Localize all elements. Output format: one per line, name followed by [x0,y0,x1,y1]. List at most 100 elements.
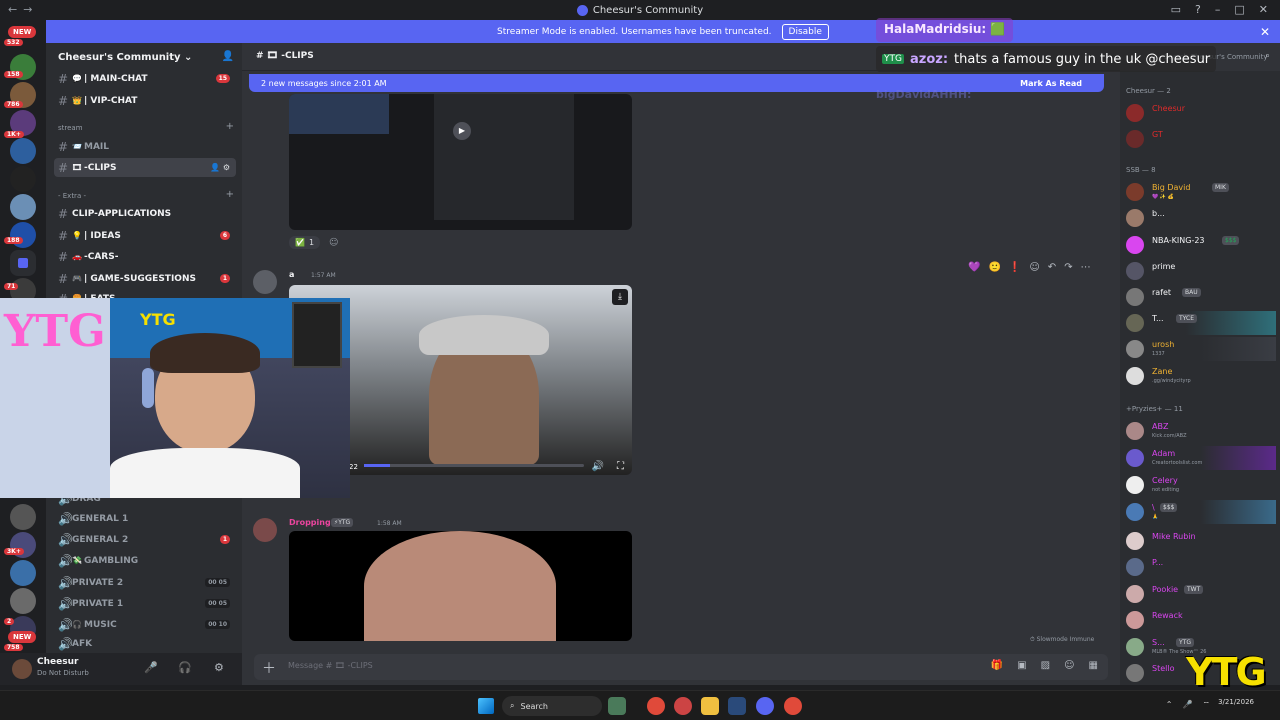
channel-vip-chat[interactable]: # 👑 | VIP-CHAT [54,91,236,110]
add-member-icon[interactable]: 👤 [222,51,234,62]
nav-arrows-icon[interactable]: ←→ [8,3,38,16]
maximize-button[interactable]: □ [1234,3,1244,16]
server-icon[interactable] [10,588,36,614]
gif-icon[interactable]: ▣ [1017,660,1026,671]
server-icon[interactable] [10,560,36,586]
category-stream[interactable]: stream [58,124,83,132]
chrome-icon[interactable] [647,697,665,715]
mic-icon[interactable]: 🎤 [1183,700,1193,710]
close-window-button[interactable]: ✕ [1259,3,1268,16]
server-name[interactable]: Cheesur's Community ⌄ [58,52,192,63]
add-reaction-icon[interactable]: ☺ [329,238,338,248]
channel-ideas[interactable]: # 💡 | IDEAS 6 [54,226,236,245]
play-icon[interactable]: ▶ [453,122,471,140]
message-composer[interactable]: ＋ Message # 🎞 -CLIPS 🎁 ▣ ▨ ☺ ▦ [254,654,1108,680]
chrome-icon[interactable] [784,697,802,715]
voice-channel-general-2[interactable]: 🔊 GENERAL 2 1 [54,530,236,549]
category-extra[interactable]: - Extra - [58,192,86,200]
member-item[interactable]: \ $$$ 🙏 [1126,500,1276,524]
sticker-icon[interactable]: ▨ [1041,660,1050,671]
minimize-button[interactable]: – [1215,3,1221,16]
add-reaction-icon[interactable]: ☺ [1029,262,1039,273]
video-progress-track[interactable] [364,464,584,467]
member-item[interactable]: Rewack [1126,608,1276,632]
voice-channel-afk[interactable]: 🔊 AFK [54,637,236,651]
apps-icon[interactable]: ▦ [1089,660,1098,671]
avatar[interactable] [253,270,277,294]
forward-icon[interactable]: ↷ [1064,262,1072,273]
gear-icon[interactable]: ⚙ [214,661,224,674]
member-item[interactable]: NBA-KING-23 $$$ [1126,233,1276,257]
reaction-chip[interactable]: ✅ 1 [289,236,321,249]
member-item[interactable]: Mike Rubin [1126,529,1276,553]
more-icon[interactable]: ⋯ [1081,262,1091,273]
steam-icon[interactable] [728,697,746,715]
mute-mic-icon[interactable]: 🎤 [144,661,158,674]
video-embed[interactable]: ▶ [289,94,632,230]
member-item[interactable]: prime [1126,259,1276,283]
download-icon[interactable]: ⤓ [612,289,628,305]
emoji-reaction-icon[interactable]: 🙂 [988,262,1000,273]
member-item[interactable]: b... [1126,206,1276,230]
server-icon[interactable] [10,222,36,248]
windows-start-icon[interactable] [478,698,494,714]
video-embed[interactable] [289,531,632,641]
app-icon[interactable] [674,697,692,715]
server-icon[interactable] [10,194,36,220]
voice-channel-gambling[interactable]: 🔊 💸 GAMBLING [54,551,236,570]
server-icon[interactable] [10,504,36,530]
reply-icon[interactable]: ↶ [1048,262,1056,273]
add-channel-icon[interactable]: + [226,121,234,132]
avatar[interactable] [12,659,32,679]
reaction-icon[interactable]: ❗ [1009,262,1021,273]
voice-channel-private-1[interactable]: 🔊 PRIVATE 1 00 05 [54,594,236,613]
close-icon[interactable]: ✕ [1260,25,1270,39]
volume-icon[interactable]: 🔊 [592,461,604,472]
folder-icon[interactable] [10,250,36,276]
wifi-icon[interactable]: ⌔ [1202,700,1210,710]
member-item[interactable]: P... [1126,555,1276,579]
message-input[interactable]: Message # 🎞 -CLIPS [288,661,373,670]
member-item[interactable]: Zane .gg/windycityrp [1126,364,1276,388]
member-item[interactable]: Cheesur [1126,101,1276,125]
add-channel-icon[interactable]: + [226,189,234,200]
member-item[interactable]: Big David MIK 💜 ✨ 💰 [1126,180,1276,204]
avatar[interactable] [253,518,277,542]
channel-clips[interactable]: # 🎞 -CLIPS 👤 ⚙ [54,158,236,177]
discord-icon[interactable] [756,697,774,715]
member-item[interactable]: rafet BAU [1126,285,1276,309]
voice-channel-private-2[interactable]: 🔊 PRIVATE 2 00 05 [54,573,236,592]
member-item[interactable]: Adam Creatortoolslist.com [1126,446,1276,470]
member-item[interactable]: T... TYCE [1126,311,1276,335]
message-author[interactable]: a [289,270,294,279]
disable-streamer-button[interactable]: Disable [781,23,829,40]
server-icon[interactable] [10,166,36,192]
taskbar-search[interactable]: ⌕ Search [502,696,602,716]
chevron-up-icon[interactable]: ⌃ [1166,700,1173,710]
server-icon[interactable] [10,138,36,164]
channel-main-chat[interactable]: # 💬 | MAIN-CHAT 15 [54,69,236,88]
voice-channel-general-1[interactable]: 🔊 GENERAL 1 [54,509,236,528]
mark-as-read-button[interactable]: Mark As Read [1020,79,1082,88]
member-item[interactable]: Celery not editing [1126,473,1276,497]
folder-icon[interactable] [701,697,719,715]
heart-reaction-icon[interactable]: 💜 [968,262,980,273]
inbox-icon[interactable]: ▭ [1171,3,1181,16]
new-messages-bar[interactable]: 2 new messages since 2:01 AM Mark As Rea… [249,74,1104,92]
voice-channel-music[interactable]: 🔊 🎧 MUSIC 00 10 [54,615,236,634]
add-attachment-icon[interactable]: ＋ [262,658,276,678]
help-icon[interactable]: ? [1195,3,1201,16]
fullscreen-icon[interactable]: ⛶ [617,461,624,472]
channel-clip-applications[interactable]: # CLIP-APPLICATIONS [54,204,236,223]
member-item[interactable]: Pookie TWT [1126,582,1276,606]
member-item[interactable]: ABZ Kick.com/ABZ [1126,419,1276,443]
channel-mail[interactable]: # 📨 MAIL [54,137,236,156]
channel-cars[interactable]: # 🚗 -CARS- [54,247,236,266]
member-item[interactable]: urosh 1337 [1126,337,1276,361]
widget-icon[interactable] [608,697,626,715]
emoji-icon[interactable]: ☺ [1064,660,1074,671]
channel-settings-icon[interactable]: 👤 ⚙ [210,163,230,172]
headphones-icon[interactable]: 🎧 [178,661,192,674]
clock[interactable]: 3/21/2026 [1218,698,1254,706]
message-author[interactable]: Dropping [289,518,331,527]
